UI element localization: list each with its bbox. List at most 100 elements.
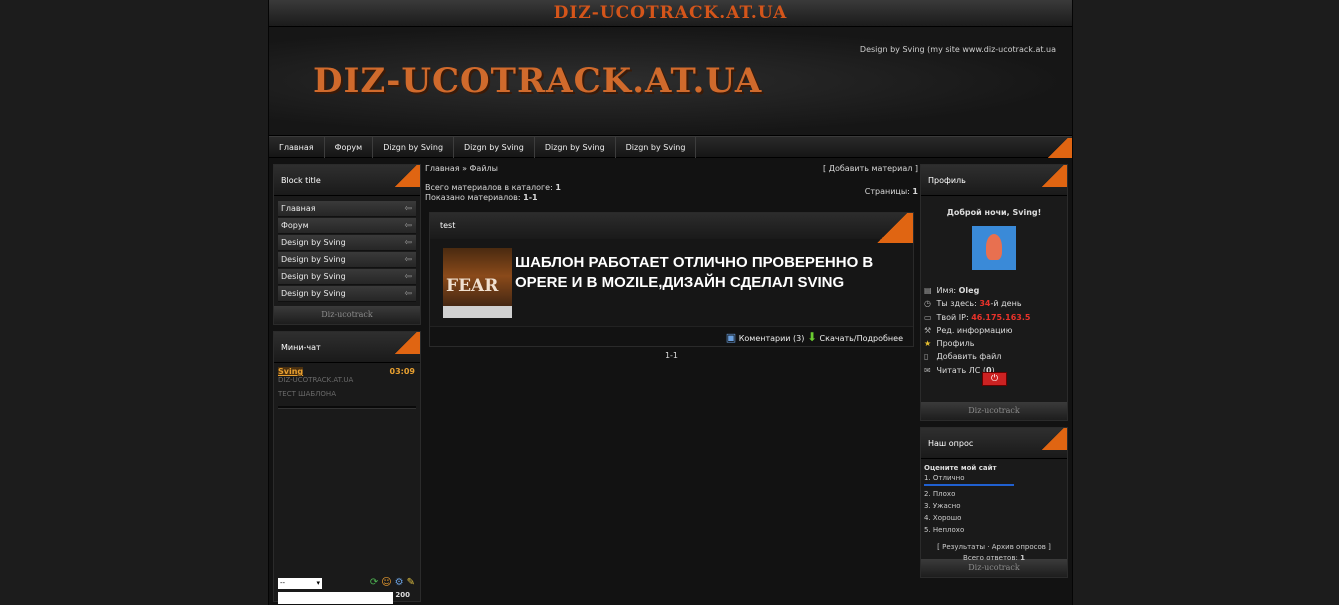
- info-name: ▤ Имя: Oleg: [924, 284, 1067, 297]
- block-title-text: Мини-чат: [281, 343, 321, 352]
- entry-footer: ▣ Коментарии (3) ⬇ Скачать/Подробнее: [430, 326, 913, 346]
- corner-decoration: [392, 332, 420, 354]
- divider: [278, 406, 416, 409]
- profile-link[interactable]: ★ Профиль: [924, 337, 1067, 350]
- design-credit: Design by Sving (my site www.diz-ucotrac…: [859, 45, 1056, 54]
- download-arrow-icon: ⬇: [806, 330, 817, 344]
- nav-item-design-1[interactable]: Dizgn by Sving: [373, 137, 455, 158]
- smiley-icon[interactable]: ☺: [381, 577, 391, 588]
- menu-item-label: Форум: [281, 221, 309, 230]
- envelope-icon: ✉: [924, 365, 931, 375]
- poll-block: Наш опрос Оцените мой сайт 1. Отлично 2.…: [920, 427, 1068, 578]
- profile-body: Доброй ночи, Sving! ▤ Имя: Oleg ◷ Ты зде…: [921, 196, 1067, 402]
- poll-total: Всего ответов: 1: [924, 554, 1064, 562]
- menu-item-design-4[interactable]: Design by Sving ⇦: [278, 286, 416, 302]
- info-ip: ▭ Твой IP: 46.175.163.5: [924, 311, 1067, 324]
- menu-item-design-1[interactable]: Design by Sving ⇦: [278, 235, 416, 251]
- poll-results-link[interactable]: Результаты: [942, 543, 985, 551]
- logout-button[interactable]: ⏻: [982, 372, 1007, 386]
- entry-title-bar: test: [430, 213, 913, 243]
- info-value: 46.175.163.5: [971, 312, 1031, 322]
- total-value: 1: [1020, 554, 1025, 562]
- poll-links: [ Результаты · Архив опросов ]: [937, 543, 1051, 551]
- block-footer: Diz-ucotrack: [274, 306, 420, 324]
- arrow-left-icon: ⇦: [404, 255, 412, 265]
- clock-icon: ◷: [924, 299, 931, 309]
- nav-item-forum[interactable]: Форум: [325, 137, 374, 158]
- avatar[interactable]: [972, 226, 1016, 270]
- block-title-text: Профиль: [928, 176, 966, 185]
- block-title-text: Block title: [281, 176, 321, 185]
- top-banner-text: DIZ-UCOTRACK.AT.UA: [553, 3, 788, 23]
- nav-item-design-3[interactable]: Dizgn by Sving: [535, 137, 616, 158]
- entry-description: ШАБЛОН РАБОТАЕТ ОТЛИЧНО ПРОВЕРЕННО В OPE…: [515, 254, 874, 291]
- info-value: 34: [979, 299, 991, 309]
- stat-label: Всего материалов в каталоге:: [425, 183, 553, 192]
- chat-select[interactable]: -- ▾: [278, 578, 322, 589]
- settings-icon[interactable]: ⚙: [395, 577, 404, 588]
- edit-info-link[interactable]: ⚒ Ред. информацию: [924, 324, 1067, 337]
- menu-item-label: Design by Sving: [281, 238, 346, 247]
- nav-item-home[interactable]: Главная: [269, 137, 325, 158]
- total-label: Всего ответов:: [963, 554, 1018, 562]
- stat-label: Показано материалов:: [425, 193, 521, 202]
- chat-area: Sving 03:09 DIZ-UCOTRACK.AT.UA ТЕСТ ШАБЛ…: [274, 363, 420, 604]
- info-value: Oleg: [958, 286, 980, 295]
- profile-info: ▤ Имя: Oleg ◷ Ты здесь: 34-й день ▭ Твой…: [921, 284, 1067, 377]
- entry-title[interactable]: test: [440, 221, 455, 230]
- poll-archive-link[interactable]: Архив опросов: [992, 543, 1046, 551]
- chat-message: ТЕСТ ШАБЛОНА: [278, 390, 336, 398]
- menu-item-forum[interactable]: Форум ⇦: [278, 218, 416, 234]
- info-label: Ты здесь:: [936, 299, 977, 309]
- power-icon: ⏻: [990, 374, 999, 384]
- top-banner: DIZ-UCOTRACK.AT.UA: [269, 0, 1072, 27]
- menu-block: Block title Главная ⇦ Форум ⇦ Design by Sv…: [273, 164, 421, 325]
- pages-info: Страницы: 1: [865, 187, 918, 197]
- breadcrumb[interactable]: Главная » Файлы: [425, 164, 498, 173]
- chat-username[interactable]: Sving: [278, 367, 304, 376]
- chat-message-input[interactable]: [278, 592, 393, 604]
- download-link[interactable]: Скачать/Подробнее: [820, 334, 903, 343]
- brush-icon[interactable]: ✎: [407, 577, 415, 588]
- char-counter: 200: [395, 591, 410, 599]
- main-nav: Главная Форум Dizgn by Sving Dizgn by Sv…: [269, 136, 1072, 158]
- menu-item-label: Design by Sving: [281, 289, 346, 298]
- info-days: ◷ Ты здесь: 34-й день: [924, 297, 1067, 310]
- block-title: Мини-чат: [274, 332, 420, 363]
- entry-thumbnail[interactable]: FEAR: [443, 248, 512, 318]
- add-file-link[interactable]: ▯ Добавить файл: [924, 350, 1067, 363]
- menu-item-home[interactable]: Главная ⇦: [278, 201, 416, 217]
- menu-item-label: Главная: [281, 204, 316, 213]
- stat-value[interactable]: 1: [912, 187, 918, 196]
- menu-item-design-3[interactable]: Design by Sving ⇦: [278, 269, 416, 285]
- nav-item-design-4[interactable]: Dizgn by Sving: [616, 137, 697, 158]
- poll-option: 3. Ужасно: [924, 502, 961, 510]
- chat-message: DIZ-UCOTRACK.AT.UA: [278, 376, 354, 384]
- refresh-icon[interactable]: ⟳: [370, 577, 378, 588]
- info-suffix: -й день: [990, 299, 1022, 309]
- menu-item-label: Design by Sving: [281, 272, 346, 281]
- chevron-down-icon: ▾: [316, 579, 320, 587]
- stat-value: 1-1: [523, 193, 538, 202]
- pager: 1-1: [664, 351, 679, 360]
- thumbnail-text: FEAR: [446, 276, 499, 296]
- corner-decoration: [392, 165, 420, 187]
- arrow-left-icon: ⇦: [404, 289, 412, 299]
- document-icon: ▯: [924, 352, 929, 362]
- profile-block: Профиль Доброй ночи, Sving! ▤ Имя: Oleg …: [920, 164, 1068, 421]
- arrow-left-icon: ⇦: [404, 272, 412, 282]
- site-logo[interactable]: DIZ-UCOTRACK.AT.UA: [313, 61, 762, 101]
- arrow-left-icon: ⇦: [404, 221, 412, 231]
- id-card-icon: ▤: [924, 286, 932, 295]
- main-content: Главная » Файлы [ Добавить материал ] Вс…: [425, 164, 918, 360]
- nav-item-design-2[interactable]: Dizgn by Sving: [454, 137, 535, 158]
- corner-decoration: [1044, 138, 1072, 158]
- total-materials: Всего материалов в каталоге: 1: [425, 183, 918, 193]
- add-material-link[interactable]: [ Добавить материал ]: [823, 164, 918, 173]
- link-label: Добавить файл: [936, 352, 1002, 362]
- link-label: Читать ЛС (: [936, 365, 986, 375]
- breadcrumb-row: Главная » Файлы [ Добавить материал ]: [425, 164, 918, 178]
- menu-item-design-2[interactable]: Design by Sving ⇦: [278, 252, 416, 268]
- comments-link[interactable]: Коментарии (3): [739, 334, 805, 343]
- arrow-left-icon: ⇦: [404, 204, 412, 214]
